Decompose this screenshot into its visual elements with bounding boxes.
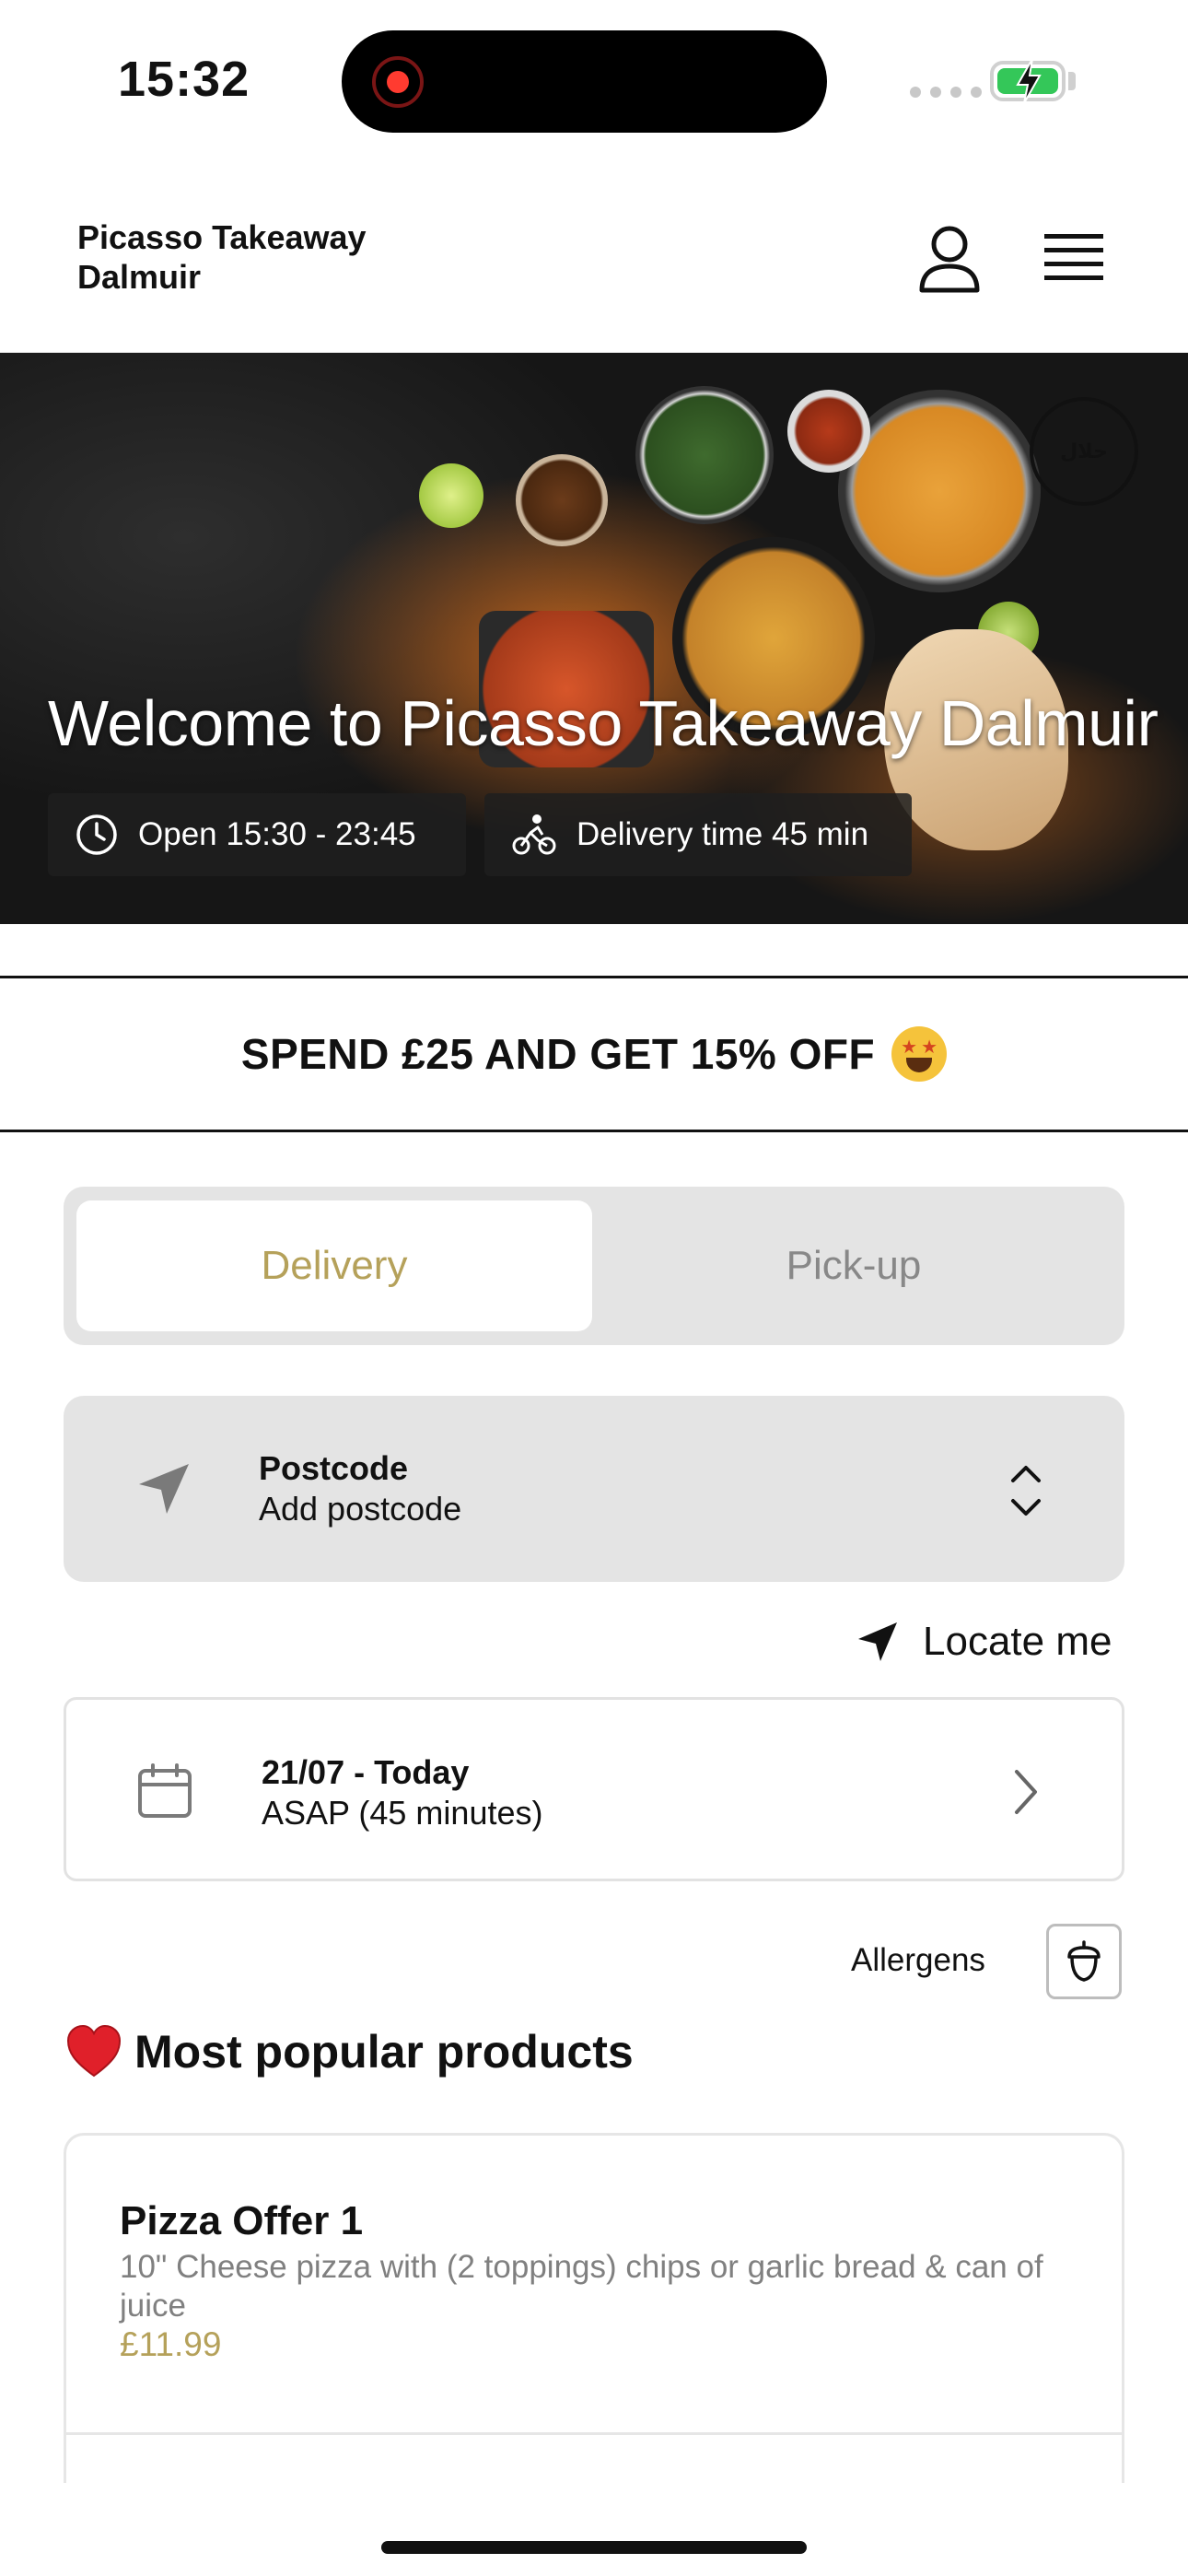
postcode-selector[interactable]: Postcode Add postcode (64, 1396, 1124, 1582)
bike-icon (512, 814, 556, 855)
divider (66, 2432, 1122, 2435)
product-card[interactable]: Pizza Offer 1 10" Cheese pizza with (2 t… (64, 2133, 1124, 2483)
tab-pickup[interactable]: Pick-up (596, 1200, 1112, 1331)
product-price: £11.99 (120, 2325, 222, 2363)
restaurant-name[interactable]: Picasso Takeaway Dalmuir (77, 217, 464, 297)
status-bar: 15:32 (0, 0, 1188, 166)
home-indicator[interactable] (381, 2541, 807, 2554)
order-mode-toggle: Delivery Pick-up (64, 1187, 1124, 1345)
acorn-icon (1067, 1940, 1101, 1982)
location-arrow-icon (139, 1464, 189, 1514)
schedule-date: 21/07 - Today (262, 1753, 470, 1791)
hero-banner: حلال Welcome to Picasso Takeaway Dalmuir… (0, 353, 1188, 924)
dynamic-island (342, 30, 827, 133)
delivery-time-selector[interactable]: 21/07 - Today ASAP (45 minutes) (64, 1697, 1124, 1881)
locate-me-button[interactable]: Locate me (855, 1614, 1112, 1669)
delivery-time-badge: Delivery time 45 min (484, 793, 912, 876)
location-arrow-icon (858, 1622, 897, 1661)
opening-hours-text: Open 15:30 - 23:45 (138, 816, 416, 852)
promo-banner: SPEND £25 AND GET 15% OFF (0, 976, 1188, 1132)
signal-dots-icon (910, 87, 982, 98)
charging-bolt-icon (1016, 58, 1042, 104)
status-time: 15:32 (118, 52, 250, 107)
hero-title: Welcome to Picasso Takeaway Dalmuir (48, 687, 1159, 759)
locate-me-label: Locate me (923, 1619, 1112, 1664)
menu-icon[interactable] (1044, 230, 1103, 286)
postcode-value: Add postcode (259, 1490, 462, 1528)
chevron-updown-icon (1011, 1466, 1041, 1516)
halal-logo-icon: حلال (1030, 397, 1138, 506)
postcode-label: Postcode (259, 1449, 409, 1487)
product-name: Pizza Offer 1 (120, 2198, 364, 2243)
calendar-icon (138, 1763, 192, 1818)
popular-section-title: Most popular products (64, 2022, 634, 2081)
heart-icon (66, 2024, 122, 2078)
popular-title-text: Most popular products (134, 2026, 634, 2078)
lime-image (419, 463, 483, 528)
schedule-time: ASAP (45 minutes) (262, 1794, 543, 1832)
dish-image (635, 386, 774, 524)
delivery-time-text: Delivery time 45 min (577, 816, 869, 852)
dish-image (516, 454, 608, 546)
dish-image (787, 390, 870, 473)
allergens-button[interactable] (1046, 1924, 1122, 1999)
star-struck-emoji-icon (891, 1026, 948, 1082)
app-header: Picasso Takeaway Dalmuir (0, 166, 1188, 354)
opening-hours-badge: Open 15:30 - 23:45 (48, 793, 466, 876)
chevron-right-icon (1015, 1770, 1037, 1814)
product-description: 10" Cheese pizza with (2 toppings) chips… (120, 2249, 1043, 2324)
allergens-label[interactable]: Allergens (851, 1942, 985, 1979)
promo-text: SPEND £25 AND GET 15% OFF (240, 1030, 876, 1078)
user-icon[interactable] (917, 224, 982, 294)
clock-icon (76, 814, 117, 855)
recording-indicator-icon (372, 56, 424, 108)
tab-delivery[interactable]: Delivery (76, 1200, 592, 1331)
